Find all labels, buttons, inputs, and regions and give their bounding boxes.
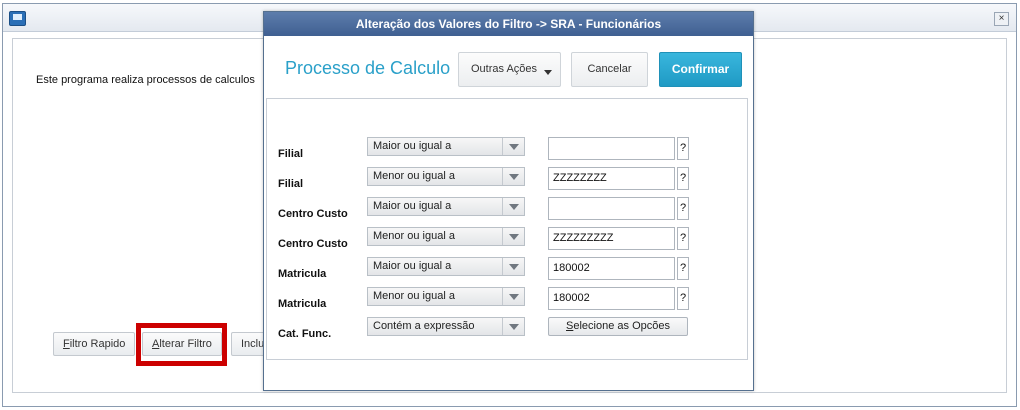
help-button[interactable]: ? (677, 197, 689, 220)
filter-row: Centro Custo Maior ou igual a ? (267, 194, 747, 224)
help-button[interactable]: ? (677, 257, 689, 280)
field-label: Cat. Func. (278, 328, 332, 340)
condition-value: Maior ou igual a (373, 140, 452, 152)
filter-dialog: Alteração dos Valores do Filtro -> SRA -… (263, 11, 754, 391)
value-input[interactable]: ZZZZZZZZ (548, 167, 675, 190)
condition-select[interactable]: Menor ou igual a (367, 167, 525, 186)
help-button[interactable]: ? (677, 287, 689, 310)
condition-select[interactable]: Menor ou igual a (367, 227, 525, 246)
filtro-rapido-mnemonic: F (63, 338, 70, 350)
condition-value: Menor ou igual a (373, 230, 455, 242)
window-app-icon (9, 11, 26, 26)
dropdown-arrow-icon (502, 228, 524, 245)
dropdown-arrow-icon (502, 258, 524, 275)
filter-row: Matricula Maior ou igual a 180002 ? (267, 254, 747, 284)
outras-acoes-button[interactable]: Outras Ações (458, 52, 561, 87)
condition-value: Menor ou igual a (373, 290, 455, 302)
close-icon[interactable]: × (994, 12, 1009, 26)
condition-value: Contém a expressão (373, 320, 475, 332)
filter-row: Cat. Func. Contém a expressão Selecione … (267, 314, 747, 344)
field-label: Centro Custo (278, 238, 348, 250)
value-input[interactable]: 180002 (548, 257, 675, 280)
field-label: Matricula (278, 268, 327, 280)
value-input[interactable]: ZZZZZZZZZ (548, 227, 675, 250)
help-button[interactable]: ? (677, 227, 689, 250)
confirmar-button[interactable]: Confirmar (659, 52, 742, 87)
field-label: Filial (278, 178, 304, 190)
dropdown-arrow-icon (502, 318, 524, 335)
filtro-rapido-button[interactable]: Filtro Rapido (53, 332, 136, 356)
field-label: Matricula (278, 298, 327, 310)
value-input[interactable] (548, 197, 675, 220)
highlight-box (136, 323, 227, 366)
filter-row: Filial Maior ou igual a ? (267, 134, 747, 164)
program-description: Este programa realiza processos de calcu… (36, 74, 255, 86)
condition-select[interactable]: Maior ou igual a (367, 137, 525, 156)
filtro-rapido-label: iltro Rapido (69, 338, 126, 350)
dialog-title: Alteração dos Valores do Filtro -> SRA -… (264, 12, 753, 36)
condition-select[interactable]: Maior ou igual a (367, 257, 525, 276)
dropdown-arrow-icon (502, 288, 524, 305)
value-input[interactable]: 180002 (548, 287, 675, 310)
help-button[interactable]: ? (677, 167, 689, 190)
dropdown-arrow-icon (544, 70, 552, 75)
value-input[interactable] (548, 137, 675, 160)
condition-select[interactable]: Menor ou igual a (367, 287, 525, 306)
condition-value: Maior ou igual a (373, 260, 452, 272)
dialog-header: Processo de Calculo Outras Ações Cancela… (264, 36, 753, 98)
dialog-heading: Processo de Calculo (285, 58, 451, 78)
dropdown-arrow-icon (502, 198, 524, 215)
filter-row: Centro Custo Menor ou igual a ZZZZZZZZZ … (267, 224, 747, 254)
field-label: Filial (278, 148, 304, 160)
selecione-label: elecione as Opcões (573, 320, 670, 332)
field-label: Centro Custo (278, 208, 348, 220)
help-button[interactable]: ? (677, 137, 689, 160)
condition-value: Maior ou igual a (373, 200, 452, 212)
filter-row: Matricula Menor ou igual a 180002 ? (267, 284, 747, 314)
condition-select[interactable]: Contém a expressão (367, 317, 525, 336)
selecione-opcoes-button[interactable]: Selecione as Opcões (548, 317, 688, 336)
cancelar-button[interactable]: Cancelar (571, 52, 648, 87)
outras-acoes-label: Outras Ações (471, 63, 538, 75)
condition-value: Menor ou igual a (373, 170, 455, 182)
filter-form: Filial Maior ou igual a ? Filial Menor o… (266, 98, 748, 360)
filter-row: Filial Menor ou igual a ZZZZZZZZ ? (267, 164, 747, 194)
dropdown-arrow-icon (502, 168, 524, 185)
dropdown-arrow-icon (502, 138, 524, 155)
condition-select[interactable]: Maior ou igual a (367, 197, 525, 216)
